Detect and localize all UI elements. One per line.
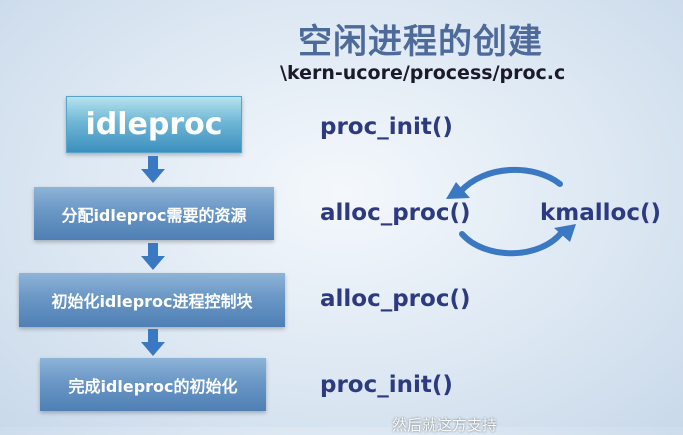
down-arrow-icon [141, 156, 165, 183]
down-arrow-icon [141, 329, 165, 356]
idleproc-box: idleproc [66, 96, 242, 153]
init-pcb-box: 初始化idleproc进程控制块 [19, 273, 285, 327]
finish-init-box: 完成idleproc的初始化 [40, 358, 266, 411]
upper-arc-arrow [457, 166, 563, 195]
lower-arc-arrow [459, 229, 565, 257]
slide: 空闲进程的创建 \kern-ucore/process/proc.c idlep… [0, 0, 683, 434]
call-cycle-arrows [446, 166, 576, 257]
slide-title: 空闲进程的创建 [298, 22, 543, 62]
code-label-proc-init: proc_init() [320, 114, 453, 140]
down-arrow-icon [141, 243, 165, 270]
code-label-alloc-proc-2: alloc_proc() [320, 286, 471, 312]
file-path: \kern-ucore/process/proc.c [280, 62, 566, 84]
code-label-proc-init-2: proc_init() [320, 372, 453, 398]
video-subtitle: 然后就这方支持 [392, 416, 498, 434]
allocate-resources-box: 分配idleproc需要的资源 [34, 187, 274, 240]
